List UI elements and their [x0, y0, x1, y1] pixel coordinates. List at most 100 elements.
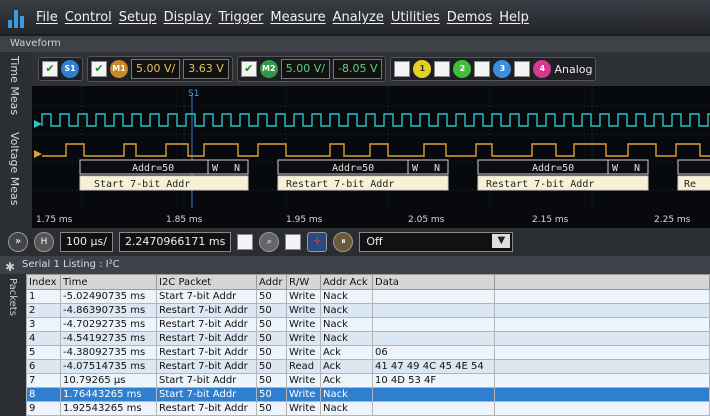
listing-panel-title: ✱ Serial 1 Listing : I²C: [0, 256, 710, 274]
math1-badge[interactable]: M1: [110, 60, 128, 78]
table-cell: Restart 7-bit Addr: [156, 303, 257, 318]
table-cell: [372, 331, 495, 346]
table-cell: Start 7-bit Addr: [156, 373, 257, 388]
col-addr-ack[interactable]: Addr Ack: [320, 274, 373, 290]
col-data[interactable]: Data: [372, 274, 495, 290]
menu-trigger[interactable]: Trigger: [219, 10, 264, 25]
table-cell: 50: [256, 317, 287, 332]
table-cell: Start 7-bit Addr: [156, 387, 257, 402]
menu-analyze[interactable]: Analyze: [333, 10, 384, 25]
col-addr[interactable]: Addr: [256, 274, 287, 290]
zoom-mode-select[interactable]: Off ▼: [359, 232, 514, 252]
tab-time-meas[interactable]: Time Meas: [8, 56, 21, 115]
ch4-badge[interactable]: 4: [533, 60, 552, 78]
analog-label[interactable]: Analog: [554, 63, 592, 76]
decode-frame-3[interactable]: Addr=50 W N Restart 7-bit Addr: [477, 159, 649, 191]
marker-checkbox[interactable]: ✔: [285, 234, 302, 250]
math2-checkbox[interactable]: ✔: [240, 61, 257, 77]
table-row[interactable]: 9 1.92543265 ms Restart 7-bit Addr 50 Write N…: [26, 401, 710, 416]
math2-scale-field[interactable]: 5.00 V/: [280, 59, 330, 79]
menu-file[interactable]: File: [36, 10, 58, 25]
time-tick-5: 2.15 ms: [532, 215, 569, 225]
sda-trace: [42, 143, 710, 157]
menu-help[interactable]: Help: [499, 10, 529, 25]
table-cell: -4.70292735 ms: [60, 317, 157, 332]
serial-checkbox[interactable]: ✔: [42, 61, 58, 77]
chevron-down-icon[interactable]: ▼: [492, 234, 511, 248]
table-cell: Write: [286, 401, 321, 416]
decode-frame-4[interactable]: Re: [677, 159, 710, 191]
timebase-position-field[interactable]: 2.2470966171 ms: [118, 232, 232, 252]
table-row[interactable]: 8 1.76443265 ms Start 7-bit Addr 50 Write Nac…: [26, 387, 710, 402]
ch2-checkbox[interactable]: ✔: [434, 61, 451, 77]
sda-ground-marker-icon: [34, 150, 42, 158]
col-i2c-packet[interactable]: I2C Packet: [156, 274, 257, 290]
zoom-magnifier-icon[interactable]: ⌕: [259, 232, 280, 252]
ch1-badge[interactable]: 1: [413, 60, 432, 78]
scl-trace: [41, 113, 710, 127]
ch3-badge[interactable]: 3: [493, 60, 512, 78]
horizontal-badge[interactable]: H: [34, 232, 54, 252]
decode-start-1: Start 7-bit Addr: [94, 179, 190, 190]
table-cell: 9: [26, 401, 61, 416]
math2-offset-field[interactable]: -8.05 V: [332, 59, 383, 79]
table-cell-filler: [494, 401, 710, 416]
math2-badge[interactable]: M2: [259, 60, 278, 78]
timebase-scale-field[interactable]: 100 µs/: [60, 232, 113, 252]
menu-control[interactable]: Control: [65, 10, 112, 25]
col-rw[interactable]: R/W: [286, 274, 321, 290]
i2c-listing-table[interactable]: Index Time I2C Packet Addr R/W Addr Ack …: [26, 274, 710, 416]
marker-crosshair-icon[interactable]: ✛: [307, 232, 328, 252]
table-row[interactable]: 5 -4.38092735 ms Restart 7-bit Addr 50 Write…: [26, 345, 710, 360]
ch1-checkbox[interactable]: ✔: [394, 61, 411, 77]
table-cell: 10 4D 53 4F: [372, 373, 495, 388]
time-axis-ticks: 1.75 ms 1.85 ms 1.95 ms 2.05 ms 2.15 ms …: [36, 215, 691, 225]
menu-measure[interactable]: Measure: [270, 10, 325, 25]
serial-badge[interactable]: S1: [61, 60, 79, 78]
ch3-checkbox[interactable]: ✔: [474, 61, 491, 77]
table-cell: Write: [286, 345, 321, 360]
zoom-checkbox[interactable]: ✔: [237, 234, 254, 250]
decode-rw-2: W: [412, 163, 419, 174]
math1-checkbox[interactable]: ✔: [91, 61, 107, 77]
menu-setup[interactable]: Setup: [119, 10, 157, 25]
table-cell: [372, 303, 495, 318]
time-tick-1: 1.75 ms: [36, 215, 73, 225]
table-cell-filler: [494, 359, 710, 374]
table-cell: 1: [26, 289, 61, 304]
decode-frame-2[interactable]: Addr=50 W N Restart 7-bit Addr: [277, 159, 449, 191]
ch4-checkbox[interactable]: ✔: [514, 61, 531, 77]
decode-ack-3: N: [634, 163, 640, 174]
math1-scale-field[interactable]: 5.00 V/: [131, 59, 181, 79]
decode-addr-2: Addr=50: [332, 163, 374, 174]
listing-title-text: Serial 1 Listing : I²C: [22, 259, 120, 270]
table-row[interactable]: 2 -4.86390735 ms Restart 7-bit Addr 50 Write…: [26, 303, 710, 318]
packets-side-tab[interactable]: Packets: [0, 274, 26, 416]
col-index[interactable]: Index: [26, 274, 61, 290]
timing-ref-icon[interactable]: ⏸: [333, 232, 354, 252]
ch2-badge[interactable]: 2: [453, 60, 472, 78]
table-cell: -4.07514735 ms: [60, 359, 157, 374]
table-row[interactable]: 7 10.79265 µs Start 7-bit Addr 50 Write Ack 10…: [26, 373, 710, 388]
math2-group: ✔ M2 5.00 V/ -8.05 V: [236, 56, 387, 82]
table-row[interactable]: 4 -4.54192735 ms Restart 7-bit Addr 50 Write…: [26, 331, 710, 346]
menu-display[interactable]: Display: [164, 10, 212, 25]
packets-tab-label: Packets: [7, 278, 18, 316]
menu-demos[interactable]: Demos: [447, 10, 492, 25]
table-cell: 3: [26, 317, 61, 332]
table-row[interactable]: 6 -4.07514735 ms Restart 7-bit Addr 50 Read A…: [26, 359, 710, 374]
tab-voltage-meas[interactable]: Voltage Meas: [8, 132, 21, 206]
waveform-display[interactable]: S1 Addr=50 W N Start 7-bit Addr Addr=50 …: [32, 86, 710, 228]
table-cell: Write: [286, 331, 321, 346]
menu-utilities[interactable]: Utilities: [391, 10, 440, 25]
table-cell: [372, 317, 495, 332]
decode-ack-1: N: [234, 163, 240, 174]
nav-chevron-icon[interactable]: »: [8, 232, 28, 252]
table-cell: Restart 7-bit Addr: [156, 317, 257, 332]
table-cell: Ack: [320, 373, 373, 388]
col-time[interactable]: Time: [60, 274, 157, 290]
decode-frame-1[interactable]: Addr=50 W N Start 7-bit Addr: [79, 159, 249, 191]
table-row[interactable]: 3 -4.70292735 ms Restart 7-bit Addr 50 Write…: [26, 317, 710, 332]
math1-offset-field[interactable]: 3.63 V: [183, 59, 229, 79]
table-row[interactable]: 1 -5.02490735 ms Start 7-bit Addr 50 Write Na…: [26, 289, 710, 304]
